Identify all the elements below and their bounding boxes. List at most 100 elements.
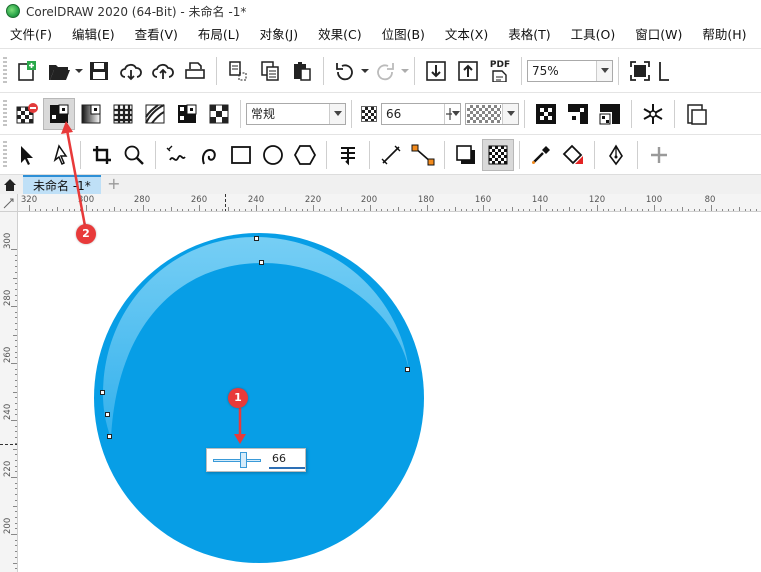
vector-pattern-transparency-button[interactable]	[107, 98, 139, 130]
show-rulers-button[interactable]	[656, 55, 670, 87]
cloud-download-button[interactable]	[115, 55, 147, 87]
fill-transparency-button[interactable]	[530, 98, 562, 130]
texture-transparency-button[interactable]	[203, 98, 235, 130]
slider-value-field[interactable]: 66	[269, 451, 305, 469]
bitmap-pattern-transparency-button[interactable]	[139, 98, 171, 130]
color-eyedropper-tool[interactable]	[525, 139, 557, 171]
polygon-tool[interactable]	[289, 139, 321, 171]
rectangle-tool[interactable]	[225, 139, 257, 171]
toolbar-grip[interactable]	[3, 56, 7, 85]
transparency-tool[interactable]	[482, 138, 514, 171]
shape-tool[interactable]	[43, 139, 75, 171]
no-transparency-button[interactable]	[11, 98, 43, 130]
slider-thumb[interactable]	[240, 452, 248, 468]
menu-effects[interactable]: 效果(C)	[308, 22, 371, 48]
cloud-upload-button[interactable]	[147, 55, 179, 87]
ruler-tick	[15, 471, 17, 473]
redo-button[interactable]	[369, 55, 401, 87]
undo-icon	[336, 62, 353, 80]
uniform-transparency-button[interactable]	[43, 97, 75, 130]
ruler-tick	[13, 277, 17, 279]
new-document-tab-button[interactable]: +	[105, 175, 123, 194]
text-tool[interactable]	[332, 139, 364, 171]
drawing-canvas[interactable]	[19, 212, 761, 572]
node-handle[interactable]	[405, 367, 410, 372]
paste-button[interactable]	[286, 55, 318, 87]
all-transparency-button[interactable]	[594, 98, 626, 130]
welcome-home-tab[interactable]	[1, 176, 19, 194]
save-button[interactable]	[83, 55, 115, 87]
ruler-tick	[188, 209, 189, 211]
zoom-tool[interactable]	[118, 139, 150, 171]
blue-circle[interactable]	[94, 233, 424, 563]
redo-dropdown[interactable]	[401, 55, 409, 87]
annotation-badge-1: 1	[228, 388, 248, 408]
ruler-tick	[15, 288, 17, 290]
vertical-ruler[interactable]: 300 280 260 240 220 200	[0, 212, 18, 572]
artistic-media-tool[interactable]	[193, 139, 225, 171]
menu-layout[interactable]: 布局(L)	[188, 22, 250, 48]
cut-button[interactable]	[222, 55, 254, 87]
outline-transparency-button[interactable]	[562, 98, 594, 130]
connector-tool[interactable]	[407, 139, 439, 171]
menu-edit[interactable]: 编辑(E)	[62, 22, 125, 48]
toolbar-grip[interactable]	[3, 99, 7, 128]
menu-view[interactable]: 查看(V)	[125, 22, 188, 48]
two-color-pattern-transparency-button[interactable]	[171, 98, 203, 130]
undo-dropdown[interactable]	[361, 55, 369, 87]
ellipse-tool[interactable]	[257, 139, 289, 171]
menu-bitmaps[interactable]: 位图(B)	[372, 22, 435, 48]
menu-file[interactable]: 文件(F)	[0, 22, 62, 48]
menu-tools[interactable]: 工具(O)	[561, 22, 626, 48]
outline-pen-tool[interactable]	[600, 139, 632, 171]
menu-window[interactable]: 窗口(W)	[625, 22, 692, 48]
node-handle[interactable]	[100, 390, 105, 395]
node-handle[interactable]	[107, 434, 112, 439]
zoom-dropdown-arrow[interactable]	[596, 60, 612, 81]
undo-button[interactable]	[329, 55, 361, 87]
zoom-level-combo[interactable]: 75%	[527, 59, 613, 82]
ruler-tick	[15, 317, 17, 319]
open-button[interactable]	[43, 55, 75, 87]
freehand-tool[interactable]	[161, 139, 193, 171]
pick-tool[interactable]	[11, 139, 43, 171]
full-screen-preview-button[interactable]	[624, 55, 656, 87]
interactive-fill-tool[interactable]	[557, 139, 589, 171]
merge-mode-dropdown-arrow[interactable]	[329, 103, 345, 124]
open-dropdown[interactable]	[75, 55, 83, 87]
node-handle[interactable]	[254, 236, 259, 241]
merge-mode-combo[interactable]: 常规	[246, 102, 346, 125]
ruler-tick	[233, 209, 235, 211]
menu-help[interactable]: 帮助(H)	[692, 22, 756, 48]
canvas-artwork	[94, 233, 424, 563]
copy-transparency-button[interactable]	[680, 98, 712, 130]
freeze-transparency-button[interactable]	[637, 98, 669, 130]
document-tab[interactable]: 未命名 -1*	[23, 175, 101, 194]
drop-shadow-tool[interactable]	[450, 139, 482, 171]
import-button[interactable]	[420, 55, 452, 87]
node-handle[interactable]	[105, 412, 110, 417]
transparency-slider[interactable]	[213, 452, 261, 468]
crop-tool[interactable]	[86, 139, 118, 171]
menu-object[interactable]: 对象(J)	[250, 22, 308, 48]
toolbar-grip[interactable]	[3, 140, 7, 169]
horizontal-ruler[interactable]: 320 300 280 260 240 220 200 180 160 140 …	[18, 194, 761, 212]
menu-text[interactable]: 文本(X)	[435, 22, 498, 48]
target-dropdown-arrow[interactable]	[502, 103, 518, 124]
ruler-tick	[562, 209, 564, 211]
publish-pdf-button[interactable]: PDF	[484, 55, 516, 87]
parallel-dimension-tool[interactable]	[375, 139, 407, 171]
target-picker[interactable]	[465, 102, 519, 125]
node-handle[interactable]	[259, 260, 264, 265]
export-button[interactable]	[452, 55, 484, 87]
new-document-button[interactable]	[11, 55, 43, 87]
copy-button[interactable]	[254, 55, 286, 87]
slider-track-bar[interactable]	[213, 459, 261, 462]
menu-table[interactable]: 表格(T)	[498, 22, 560, 48]
transparency-value-field[interactable]: 66	[381, 102, 461, 125]
add-tool-button[interactable]	[643, 139, 675, 171]
fountain-transparency-button[interactable]	[75, 98, 107, 130]
transparency-slider-toggle[interactable]	[444, 103, 460, 124]
ruler-origin[interactable]	[0, 194, 18, 212]
print-button[interactable]	[179, 55, 211, 87]
